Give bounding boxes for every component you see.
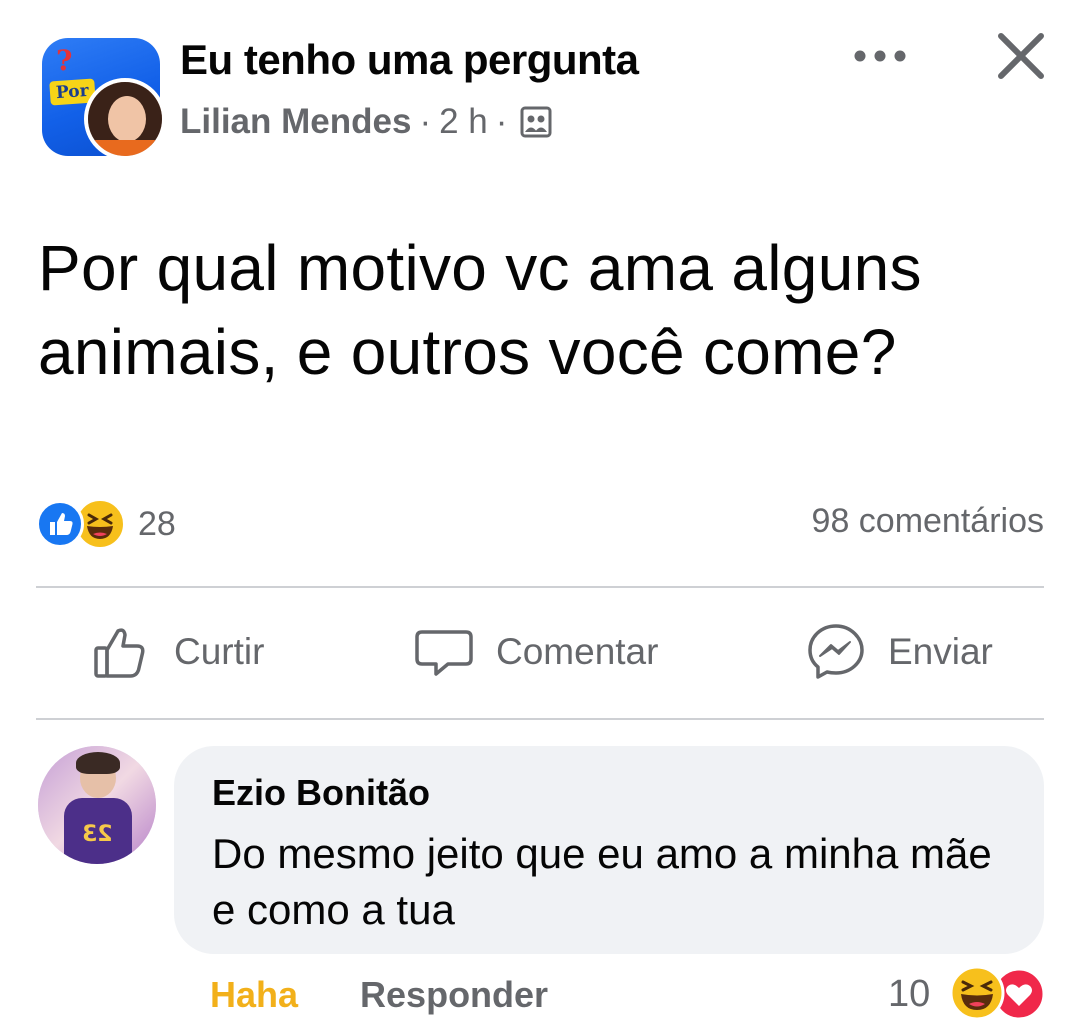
- messenger-icon: [808, 624, 864, 679]
- post-text: Por qual motivo vc ama alguns animais, e…: [38, 232, 922, 388]
- comment-button[interactable]: Comentar: [414, 622, 658, 682]
- more-options-icon[interactable]: [852, 38, 908, 74]
- group-audience-icon: [520, 106, 552, 138]
- reaction-summary[interactable]: 28: [36, 498, 176, 550]
- comment-text: Do mesmo jeito que eu amo a minha mãe e …: [212, 830, 992, 933]
- post-meta: Lilian Mendes · 2 h ·: [180, 102, 553, 142]
- comment-bubble-icon: [415, 630, 473, 676]
- comment-author[interactable]: Ezio Bonitão: [212, 772, 430, 814]
- like-button[interactable]: Curtir: [92, 622, 264, 682]
- comment-haha-reaction[interactable]: Haha: [210, 974, 298, 1016]
- comment-actions: Haha Responder: [210, 974, 548, 1016]
- reply-button[interactable]: Responder: [360, 974, 548, 1016]
- question-mark-glyph: ?: [56, 44, 73, 77]
- like-icon: [36, 500, 84, 548]
- comments-count[interactable]: 98 comentários: [812, 502, 1044, 541]
- post-card: ? Por Eu tenho uma pergunta Lilian Mende…: [0, 0, 1080, 1033]
- divider: [36, 718, 1044, 720]
- haha-icon: [949, 965, 1005, 1021]
- meta-separator: ·: [419, 102, 432, 141]
- comment-reaction-icons[interactable]: [945, 964, 1049, 1022]
- reaction-count: 28: [138, 504, 176, 543]
- post-time[interactable]: 2 h: [439, 102, 488, 142]
- meta-separator: ·: [495, 102, 508, 141]
- share-label: Enviar: [888, 631, 993, 672]
- like-label: Curtir: [174, 631, 265, 672]
- author-name[interactable]: Lilian Mendes: [180, 102, 411, 142]
- comment-label: Comentar: [496, 631, 659, 672]
- close-icon[interactable]: [995, 30, 1047, 82]
- comment-bubble: Ezio Bonitão Do mesmo jeito que eu amo a…: [174, 746, 1044, 954]
- divider: [36, 586, 1044, 588]
- comment-reaction-count[interactable]: 10: [888, 973, 930, 1016]
- commenter-avatar[interactable]: 23: [38, 746, 156, 864]
- thumbs-up-icon: [94, 628, 145, 678]
- author-avatar[interactable]: [84, 78, 166, 160]
- share-button[interactable]: Enviar: [806, 622, 993, 682]
- group-name[interactable]: Eu tenho uma pergunta: [180, 36, 639, 84]
